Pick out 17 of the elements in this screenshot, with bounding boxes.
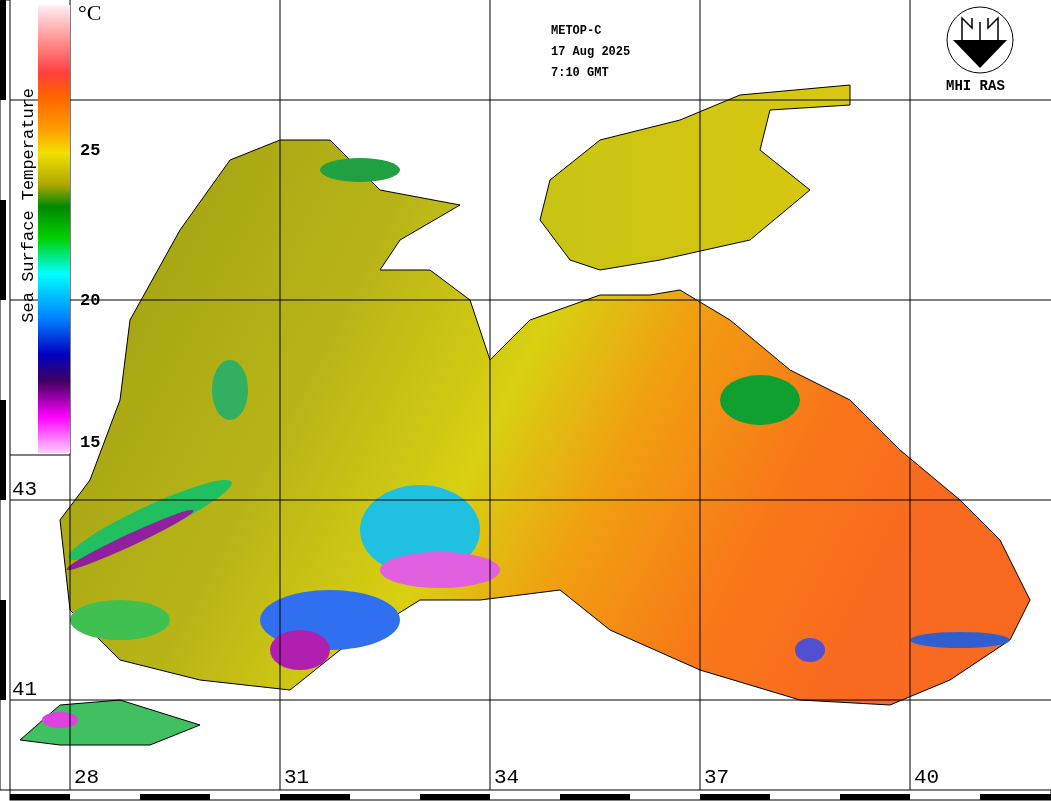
unit-label: °C	[78, 2, 102, 24]
header-text: 7:10 GMT	[551, 65, 610, 82]
color-scale-title: Sea Surface Temperature	[20, 88, 37, 323]
color-scale-tick-label: 25	[80, 142, 101, 159]
color-scale-tick-label: 20	[80, 292, 101, 309]
header-text: 17 Aug 2025	[551, 44, 631, 61]
header-text: METOP-C	[551, 23, 603, 40]
latitude-label: 43	[12, 479, 38, 500]
latitude-label: 41	[12, 679, 38, 700]
longitude-label: 28	[74, 767, 100, 788]
longitude-label: 40	[914, 767, 940, 788]
logo-icon	[946, 6, 1014, 74]
longitude-label: 31	[284, 767, 310, 788]
logo-caption: MHI RAS	[946, 79, 1005, 93]
color-scale-tick-label: 15	[80, 434, 101, 451]
longitude-label: 34	[494, 767, 520, 788]
longitude-label: 37	[704, 767, 730, 788]
